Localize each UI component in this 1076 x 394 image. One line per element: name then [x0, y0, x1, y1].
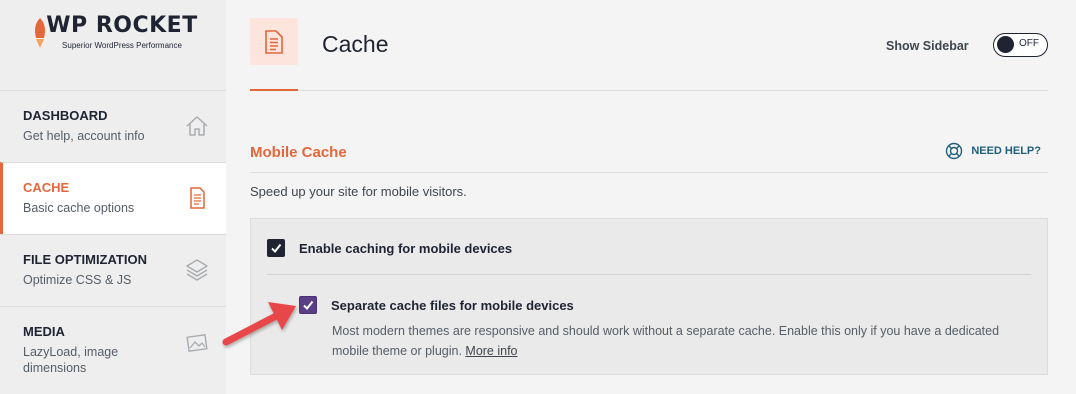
enable-mobile-checkbox[interactable]: [267, 239, 285, 257]
logo-tagline: Superior WordPress Performance: [62, 41, 182, 50]
show-sidebar-label: Show Sidebar: [886, 39, 969, 53]
rocket-icon: [35, 18, 45, 48]
sidebar-item-file-optimization[interactable]: FILE OPTIMIZATION Optimize CSS & JS: [0, 234, 226, 306]
separate-files-option[interactable]: Separate cache files for mobile devices: [299, 296, 574, 314]
annotation-arrow-icon: [222, 302, 296, 346]
section-title: Mobile Cache: [250, 144, 347, 161]
need-help-link[interactable]: NEED HELP?: [945, 142, 1041, 160]
show-sidebar-toggle[interactable]: OFF: [993, 33, 1048, 57]
sidebar-item-cache[interactable]: CACHE Basic cache options: [0, 162, 226, 234]
checkmark-icon: [271, 243, 282, 254]
toggle-state: OFF: [1019, 38, 1039, 49]
document-icon: [265, 29, 283, 54]
separate-files-label: Separate cache files for mobile devices: [331, 297, 574, 313]
logo-title: WP ROCKET: [46, 13, 198, 38]
sidebar-item-desc: LazyLoad, image dimensions: [23, 345, 119, 375]
page-title: Cache: [322, 31, 389, 57]
logo[interactable]: WP ROCKET Superior WordPress Performance: [0, 0, 226, 90]
separate-files-description: Most modern themes are responsive and sh…: [332, 321, 1032, 361]
section-description: Speed up your site for mobile visitors.: [250, 184, 467, 199]
divider: [267, 274, 1031, 275]
main-content: Cache Show Sidebar OFF Mobile Cache NEED…: [226, 0, 1076, 394]
sidebar: WP ROCKET Superior WordPress Performance…: [0, 0, 226, 394]
sidebar-item-media[interactable]: MEDIA LazyLoad, image dimensions: [0, 306, 226, 378]
more-info-link[interactable]: More info: [465, 344, 517, 358]
enable-mobile-option[interactable]: Enable caching for mobile devices: [267, 239, 512, 257]
separate-files-desc-text: Most modern themes are responsive and sh…: [332, 324, 1000, 358]
image-icon: [186, 334, 208, 352]
sidebar-item-desc: Optimize CSS & JS: [23, 273, 132, 287]
sidebar-item-desc: Basic cache options: [23, 201, 135, 215]
enable-mobile-label: Enable caching for mobile devices: [299, 240, 513, 256]
document-icon: [190, 187, 205, 209]
toggle-knob: [997, 36, 1014, 53]
header-underline: [250, 89, 298, 91]
home-icon: [186, 116, 208, 136]
section-header: Mobile Cache NEED HELP?: [250, 132, 1048, 173]
need-help-label: NEED HELP?: [971, 145, 1041, 157]
sidebar-item-desc: Get help, account info: [23, 129, 145, 143]
page-header: Cache Show Sidebar OFF: [250, 0, 1048, 91]
cache-icon-box: [250, 18, 298, 65]
layers-icon: [186, 259, 208, 281]
sidebar-item-dashboard[interactable]: DASHBOARD Get help, account info: [0, 90, 226, 162]
lifebuoy-icon: [946, 142, 963, 160]
options-panel: Enable caching for mobile devices Separa…: [250, 218, 1048, 375]
